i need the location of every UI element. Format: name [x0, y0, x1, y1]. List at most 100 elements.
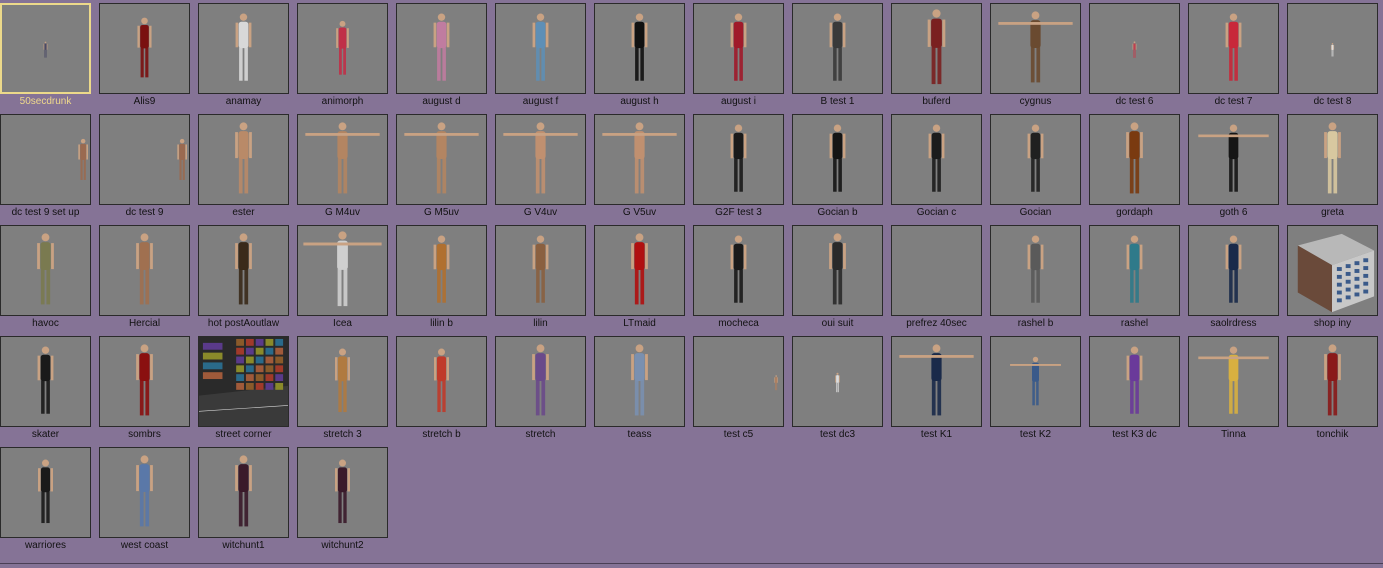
thumbnail-image[interactable]	[792, 114, 883, 205]
thumbnail-item[interactable]: tonchik	[1287, 334, 1378, 441]
thumbnail-item[interactable]: oui suit	[792, 223, 883, 330]
thumbnail-image[interactable]	[1089, 3, 1180, 94]
thumbnail-image[interactable]	[990, 225, 1081, 316]
thumbnail-item[interactable]: LTmaid	[594, 223, 685, 330]
thumbnail-image[interactable]	[495, 3, 586, 94]
thumbnail-item[interactable]: Tinna	[1188, 334, 1279, 441]
thumbnail-image[interactable]	[99, 225, 190, 316]
thumbnail-item[interactable]: Gocian c	[891, 112, 982, 219]
thumbnail-item[interactable]: warriores	[0, 445, 91, 552]
thumbnail-item[interactable]: cygnus	[990, 1, 1081, 108]
thumbnail-image[interactable]	[0, 225, 91, 316]
thumbnail-image[interactable]	[1089, 225, 1180, 316]
thumbnail-image[interactable]	[693, 225, 784, 316]
thumbnail-item[interactable]: street corner	[198, 334, 289, 441]
thumbnail-image[interactable]	[990, 336, 1081, 427]
thumbnail-item[interactable]: havoc	[0, 223, 91, 330]
thumbnail-image[interactable]	[1188, 336, 1279, 427]
thumbnail-image[interactable]	[198, 114, 289, 205]
thumbnail-item[interactable]: G M4uv	[297, 112, 388, 219]
thumbnail-image[interactable]	[1089, 114, 1180, 205]
thumbnail-image[interactable]	[495, 225, 586, 316]
thumbnail-image[interactable]	[594, 114, 685, 205]
thumbnail-item[interactable]: witchunt1	[198, 445, 289, 552]
thumbnail-image[interactable]	[594, 336, 685, 427]
thumbnail-item[interactable]: G2F test 3	[693, 112, 784, 219]
thumbnail-item[interactable]: Hercial	[99, 223, 190, 330]
thumbnail-image[interactable]	[1287, 3, 1378, 94]
thumbnail-item[interactable]: mocheca	[693, 223, 784, 330]
thumbnail-image[interactable]	[297, 336, 388, 427]
thumbnail-item[interactable]: stretch b	[396, 334, 487, 441]
thumbnail-image[interactable]	[396, 225, 487, 316]
thumbnail-image[interactable]	[792, 336, 883, 427]
thumbnail-image[interactable]	[1089, 336, 1180, 427]
thumbnail-image[interactable]	[594, 225, 685, 316]
thumbnail-item[interactable]: prefrez 40sec	[891, 223, 982, 330]
thumbnail-image[interactable]	[99, 336, 190, 427]
thumbnail-image[interactable]	[297, 447, 388, 538]
thumbnail-item[interactable]: west coast	[99, 445, 190, 552]
thumbnail-image[interactable]	[594, 3, 685, 94]
thumbnail-item[interactable]: dc test 7	[1188, 1, 1279, 108]
thumbnail-item[interactable]: Gocian b	[792, 112, 883, 219]
thumbnail-image[interactable]	[198, 3, 289, 94]
thumbnail-image[interactable]	[693, 114, 784, 205]
thumbnail-item[interactable]: stretch 3	[297, 334, 388, 441]
thumbnail-item[interactable]: sombrs	[99, 334, 190, 441]
thumbnail-item[interactable]: B test 1	[792, 1, 883, 108]
thumbnail-item[interactable]: lilin b	[396, 223, 487, 330]
thumbnail-item[interactable]: teass	[594, 334, 685, 441]
thumbnail-item[interactable]: dc test 9	[99, 112, 190, 219]
thumbnail-item[interactable]: buferd	[891, 1, 982, 108]
thumbnail-image[interactable]	[297, 114, 388, 205]
thumbnail-image[interactable]	[990, 114, 1081, 205]
thumbnail-image[interactable]	[495, 336, 586, 427]
thumbnail-image[interactable]	[693, 336, 784, 427]
thumbnail-image[interactable]	[891, 3, 982, 94]
thumbnail-image[interactable]	[0, 447, 91, 538]
thumbnail-item[interactable]: test K1	[891, 334, 982, 441]
thumbnail-image[interactable]	[1287, 336, 1378, 427]
thumbnail-image[interactable]	[396, 336, 487, 427]
thumbnail-image[interactable]	[891, 114, 982, 205]
thumbnail-item[interactable]: dc test 9 set up	[0, 112, 91, 219]
thumbnail-image[interactable]	[99, 3, 190, 94]
thumbnail-item[interactable]: saolrdress	[1188, 223, 1279, 330]
thumbnail-item[interactable]: 50secdrunk	[0, 1, 91, 108]
thumbnail-item[interactable]: G V4uv	[495, 112, 586, 219]
thumbnail-item[interactable]: test K3 dc	[1089, 334, 1180, 441]
thumbnail-image[interactable]	[0, 114, 91, 205]
thumbnail-item[interactable]: august f	[495, 1, 586, 108]
thumbnail-item[interactable]: test c5	[693, 334, 784, 441]
thumbnail-image[interactable]	[1287, 225, 1378, 316]
thumbnail-image[interactable]	[297, 225, 388, 316]
thumbnail-image[interactable]	[1188, 225, 1279, 316]
thumbnail-image[interactable]	[495, 114, 586, 205]
thumbnail-item[interactable]: witchunt2	[297, 445, 388, 552]
thumbnail-item[interactable]: august d	[396, 1, 487, 108]
thumbnail-item[interactable]: anamay	[198, 1, 289, 108]
thumbnail-image[interactable]	[1188, 114, 1279, 205]
thumbnail-item[interactable]: Icea	[297, 223, 388, 330]
thumbnail-item[interactable]: goth 6	[1188, 112, 1279, 219]
thumbnail-item[interactable]: lilin	[495, 223, 586, 330]
thumbnail-image[interactable]	[792, 225, 883, 316]
thumbnail-image[interactable]	[693, 3, 784, 94]
thumbnail-image[interactable]	[198, 447, 289, 538]
thumbnail-item[interactable]: dc test 6	[1089, 1, 1180, 108]
thumbnail-image[interactable]	[297, 3, 388, 94]
thumbnail-item[interactable]: G M5uv	[396, 112, 487, 219]
thumbnail-image[interactable]	[1287, 114, 1378, 205]
thumbnail-image[interactable]	[396, 3, 487, 94]
thumbnail-item[interactable]: ester	[198, 112, 289, 219]
thumbnail-image[interactable]	[99, 114, 190, 205]
thumbnail-item[interactable]: hot postAoutlaw	[198, 223, 289, 330]
thumbnail-item[interactable]: Alis9	[99, 1, 190, 108]
thumbnail-item[interactable]: stretch	[495, 334, 586, 441]
thumbnail-image[interactable]	[891, 336, 982, 427]
thumbnail-item[interactable]: august h	[594, 1, 685, 108]
thumbnail-item[interactable]: shop iny	[1287, 223, 1378, 330]
thumbnail-item[interactable]: test K2	[990, 334, 1081, 441]
thumbnail-item[interactable]: animorph	[297, 1, 388, 108]
